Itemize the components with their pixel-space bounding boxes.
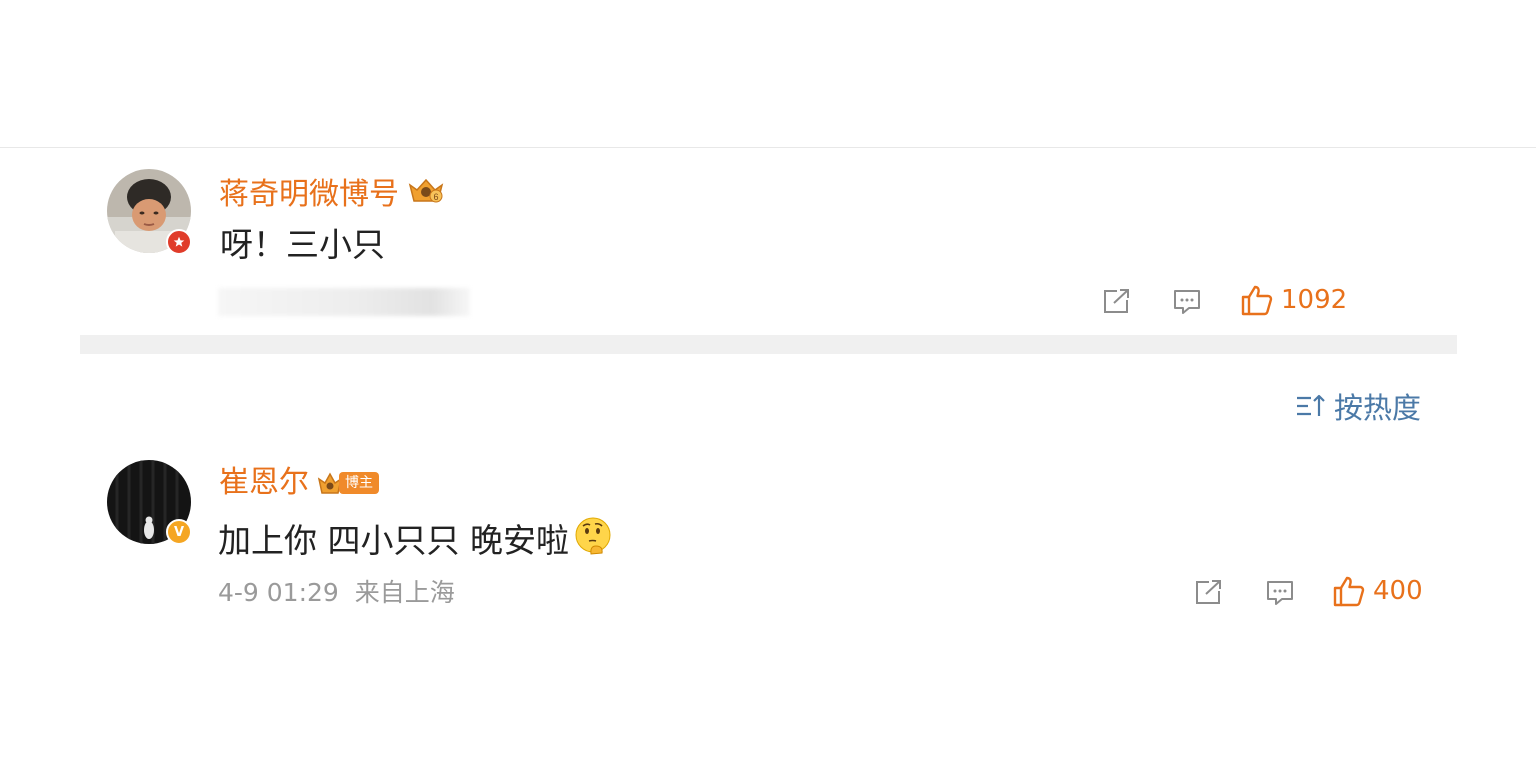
thumbs-up-icon <box>1333 576 1365 607</box>
section-divider <box>80 335 1457 354</box>
sort-label: 按热度 <box>1334 391 1422 425</box>
crown-host-badge-icon: 博主 <box>317 471 379 495</box>
reply-button[interactable] <box>1266 579 1294 607</box>
comment-meta: 4-9 01:29 来自上海 <box>218 578 455 608</box>
username[interactable]: 蒋奇明微博号 6 <box>219 176 445 213</box>
timestamp: 4-9 01:29 <box>218 578 339 607</box>
share-icon <box>1104 289 1130 313</box>
sort-toggle[interactable]: 按热度 <box>1294 388 1422 425</box>
comment-icon <box>1174 290 1200 314</box>
svg-text:6: 6 <box>433 192 438 202</box>
username-text: 蒋奇明微博号 <box>219 176 399 212</box>
share-icon <box>1196 580 1222 604</box>
gold-verified-badge-icon: V <box>166 519 192 545</box>
location: 来自上海 <box>354 578 455 607</box>
like-button[interactable]: 400 <box>1333 575 1423 607</box>
comment-text: 加上你 四小只只 晚安啦 <box>218 516 613 565</box>
sort-icon <box>1297 394 1325 416</box>
username-text: 崔恩尔 <box>219 465 309 500</box>
crown-level-badge-icon: 6 <box>407 176 445 213</box>
host-badge-label: 博主 <box>339 472 379 494</box>
comment-icon <box>1267 581 1293 605</box>
share-button[interactable] <box>1195 579 1223 605</box>
like-button[interactable]: 1092 <box>1241 284 1347 316</box>
share-button[interactable] <box>1103 288 1131 314</box>
red-star-badge-icon <box>166 229 192 255</box>
reply-button[interactable] <box>1173 288 1201 316</box>
username[interactable]: 崔恩尔 博主 <box>219 465 379 501</box>
comment-text: 呀！三小只 <box>220 225 385 264</box>
blurred-timestamp <box>218 288 470 316</box>
like-count: 1092 <box>1281 285 1348 315</box>
thinking-face-emoji <box>573 516 613 565</box>
top-divider <box>0 147 1536 148</box>
thumbs-up-icon <box>1241 285 1273 316</box>
like-count: 400 <box>1373 576 1423 606</box>
